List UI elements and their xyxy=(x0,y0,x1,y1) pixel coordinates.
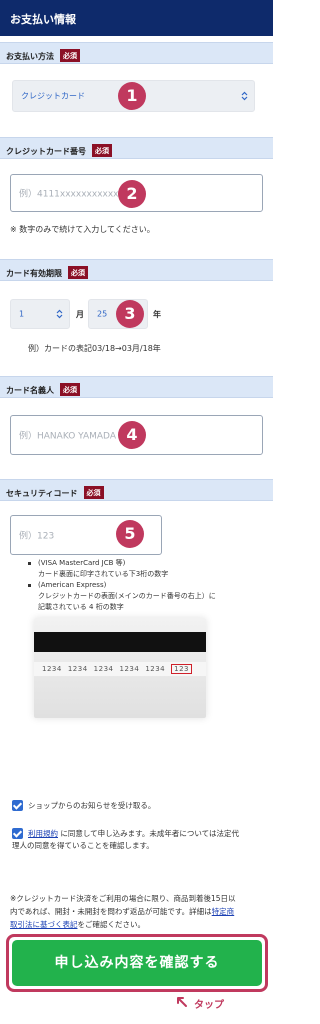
help-bullet: (American Express) xyxy=(28,580,216,591)
help-text: クレジットカードの表面(メインのカード番号の右上）に xyxy=(38,592,216,600)
required-badge: 必須 xyxy=(92,144,112,157)
required-badge: 必須 xyxy=(60,383,80,396)
security-code-label: セキュリティコード xyxy=(6,489,78,498)
select-caret-icon xyxy=(241,91,248,101)
page-title: お支払い情報 xyxy=(10,13,76,26)
card-name-placeholder: 例）HANAKO YAMADA xyxy=(19,431,116,442)
tokusho-link[interactable]: 特定商 xyxy=(212,907,235,916)
disclaimer-line: 内であれば、開封・未開封を問わず返品が可能です。詳細は xyxy=(10,907,212,916)
expiry-year-value: 25 xyxy=(97,309,108,319)
expiry-label: カード有効期限 xyxy=(6,269,62,278)
year-unit: 年 xyxy=(153,310,161,319)
section-security-code: セキュリティコード 必須 xyxy=(0,479,273,501)
tokusho-link-2[interactable]: 取引法に基づく表記 xyxy=(10,920,78,929)
return-policy-note: ※クレジットカード決済をご利用の場合に限り、商品到着後15日以 内であれば、開封… xyxy=(10,892,265,931)
card-number-note: ※ 数字のみで続けて入力してください。 xyxy=(10,225,155,234)
security-code-placeholder: 例）123 xyxy=(19,531,55,542)
card-number-placeholder: 例）4111xxxxxxxxxxx xyxy=(19,189,119,200)
section-expiry: カード有効期限 必須 xyxy=(0,259,273,281)
section-card-number: クレジットカード番号 必須 xyxy=(0,137,273,159)
newsletter-label: ショップからのお知らせを受け取る。 xyxy=(28,801,156,810)
month-unit: 月 xyxy=(76,310,84,319)
step-badge-2: 2 xyxy=(118,180,146,208)
step-badge-1: 1 xyxy=(118,82,146,110)
terms-text-2: 理人の同意を得ていることを確認します。 xyxy=(12,841,154,850)
cvv-highlight: 123 xyxy=(171,664,193,674)
terms-link[interactable]: 利用規約 xyxy=(28,829,58,838)
help-text: カード裏面に印字されている下3桁の数字 xyxy=(38,570,169,578)
card-number-label: クレジットカード番号 xyxy=(6,147,86,156)
section-payment-method: お支払い方法 必須 xyxy=(0,42,273,64)
confirm-button-frame: 申し込み内容を確認する xyxy=(6,934,268,992)
help-bullet: (VISA MasterCard JCB 等) xyxy=(28,558,216,569)
payment-method-value: クレジットカード xyxy=(21,91,85,101)
terms-checkbox[interactable] xyxy=(12,828,23,839)
disclaimer-line: をご確認ください。 xyxy=(77,920,146,929)
disclaimer-line: ※クレジットカード決済をご利用の場合に限り、商品到着後15日以 xyxy=(10,894,236,903)
help-text: 記載されている 4 桁の数字 xyxy=(38,603,124,611)
step-badge-3: 3 xyxy=(116,300,144,328)
confirm-button[interactable]: 申し込み内容を確認する xyxy=(12,940,262,986)
terms-text: に同意して申し込みます。未成年者については法定代 xyxy=(58,829,240,838)
payment-method-label: お支払い方法 xyxy=(6,52,54,61)
select-caret-icon xyxy=(56,309,63,319)
expiry-month-select[interactable]: 1 xyxy=(10,299,70,329)
expiry-note: 例）カードの表記03/18→03月/18年 xyxy=(28,344,161,353)
page-header: お支払い情報 xyxy=(0,0,273,36)
card-name-label: カード名義人 xyxy=(6,386,54,395)
step-badge-4: 4 xyxy=(118,421,146,449)
required-badge: 必須 xyxy=(68,266,88,279)
tap-hint: タップ xyxy=(176,996,224,1011)
required-badge: 必須 xyxy=(60,49,80,62)
newsletter-row[interactable]: ショップからのお知らせを受け取る。 xyxy=(12,800,155,812)
arrow-up-left-icon xyxy=(177,997,187,1007)
signature-panel: 1234 1234 1234 1234 1234 123 xyxy=(34,662,206,676)
card-back-illustration: 1234 1234 1234 1234 1234 123 xyxy=(34,618,206,718)
newsletter-checkbox[interactable] xyxy=(12,800,23,811)
tap-label: タップ xyxy=(194,1000,224,1011)
required-badge: 必須 xyxy=(83,486,104,499)
expiry-month-value: 1 xyxy=(19,309,25,319)
security-code-help: (VISA MasterCard JCB 等) カード裏面に印字されている下3桁… xyxy=(28,558,216,613)
section-card-name: カード名義人 必須 xyxy=(0,376,273,398)
step-badge-5: 5 xyxy=(116,520,144,548)
terms-row[interactable]: 利用規約 に同意して申し込みます。未成年者については法定代 理人の同意を得ている… xyxy=(12,828,267,852)
magnetic-stripe xyxy=(34,632,206,652)
